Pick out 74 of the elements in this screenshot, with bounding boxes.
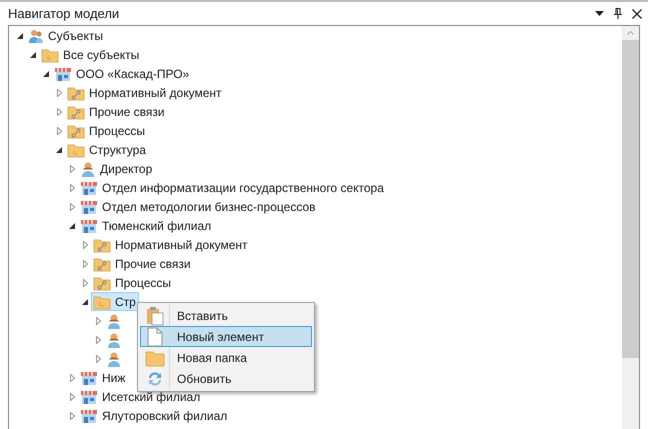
tree-item[interactable]: Директор	[78, 159, 156, 178]
tree-item[interactable]: Процессы	[91, 273, 174, 292]
tree-item[interactable]: Ниж	[78, 368, 128, 387]
building-icon	[80, 388, 98, 404]
expanded-arrow-icon[interactable]	[43, 70, 49, 76]
tree-item[interactable]: Отдел методологии бизнес-процессов	[78, 197, 318, 216]
people-icon	[28, 28, 44, 44]
collapsed-arrow-icon[interactable]	[82, 260, 88, 268]
link-folder-icon	[93, 236, 111, 252]
tree-item[interactable]: Нормативный документ	[91, 235, 251, 254]
person-icon	[106, 312, 122, 328]
expanded-arrow-icon[interactable]	[56, 146, 62, 152]
expanded-arrow-icon[interactable]	[30, 52, 36, 58]
collapsed-arrow-icon[interactable]	[70, 164, 74, 172]
tree-item[interactable]: Прочие связи	[91, 254, 194, 273]
folder-icon	[93, 294, 111, 310]
dropdown-icon[interactable]	[595, 11, 604, 16]
collapsed-arrow-icon[interactable]	[70, 184, 74, 192]
collapsed-arrow-icon[interactable]	[70, 392, 74, 400]
close-icon[interactable]	[632, 8, 642, 18]
menu-item[interactable]: Новый элемент	[140, 326, 312, 347]
tree-item[interactable]: Стр	[91, 292, 139, 311]
tree-item[interactable]: Исетский филиал	[78, 387, 204, 406]
pin-icon[interactable]	[614, 8, 622, 19]
tree-item[interactable]: Ялуторовский филиал	[78, 406, 230, 425]
scroll-up-icon[interactable]	[627, 31, 634, 35]
tree-item[interactable]: Структура	[65, 140, 149, 159]
person-icon	[106, 350, 122, 366]
scrollbar-thumb[interactable]	[622, 40, 639, 358]
tree-item[interactable]: Субъекты	[26, 26, 106, 45]
expanded-arrow-icon[interactable]	[82, 298, 88, 304]
menu-item[interactable]: Вставить	[140, 305, 312, 326]
collapsed-arrow-icon[interactable]	[82, 278, 88, 286]
tree-item[interactable]: Все субъекты	[39, 45, 142, 64]
person-icon	[80, 160, 96, 176]
building-icon	[80, 218, 98, 234]
tree-item[interactable]: Отдел информатизации государственного сектора	[78, 178, 387, 197]
person-icon	[106, 332, 122, 348]
link-folder-icon	[93, 256, 111, 272]
document-icon	[147, 326, 163, 346]
menu-item[interactable]: Обновить	[140, 368, 312, 389]
collapsed-arrow-icon[interactable]	[96, 354, 100, 362]
collapsed-arrow-icon[interactable]	[56, 126, 62, 134]
tree-item[interactable]: Нормативный документ	[65, 83, 225, 102]
refresh-icon	[146, 370, 164, 388]
building-icon	[80, 198, 98, 214]
link-folder-icon	[93, 274, 111, 290]
tree-item[interactable]: ООО «Каскад-ПРО»	[52, 64, 192, 83]
collapsed-arrow-icon[interactable]	[96, 316, 100, 324]
panel-title: Навигатор модели	[8, 4, 120, 23]
building-icon	[80, 370, 98, 386]
scrollbar[interactable]	[622, 26, 639, 429]
tree-item[interactable]: Тюменский филиал	[78, 216, 214, 235]
collapsed-arrow-icon[interactable]	[56, 108, 62, 116]
building-icon	[54, 66, 72, 82]
tree-item[interactable]: Прочие связи	[65, 102, 168, 121]
collapsed-arrow-icon[interactable]	[70, 202, 74, 210]
collapsed-arrow-icon[interactable]	[82, 240, 88, 248]
collapsed-arrow-icon[interactable]	[70, 412, 74, 420]
building-icon	[80, 408, 98, 424]
link-folder-icon	[67, 122, 85, 138]
link-folder-icon	[67, 84, 85, 100]
menu-item[interactable]: Новая папка	[140, 347, 312, 368]
expanded-arrow-icon[interactable]	[69, 222, 75, 228]
clipboard-icon	[146, 306, 164, 326]
collapsed-arrow-icon[interactable]	[96, 336, 100, 344]
folder-icon	[67, 142, 85, 158]
folder-icon	[41, 46, 59, 62]
collapsed-arrow-icon[interactable]	[56, 88, 62, 96]
expanded-arrow-icon[interactable]	[17, 32, 23, 38]
building-icon	[80, 180, 98, 196]
collapsed-arrow-icon[interactable]	[70, 374, 74, 382]
link-folder-icon	[67, 104, 85, 120]
tree-item[interactable]: Процессы	[65, 121, 148, 140]
